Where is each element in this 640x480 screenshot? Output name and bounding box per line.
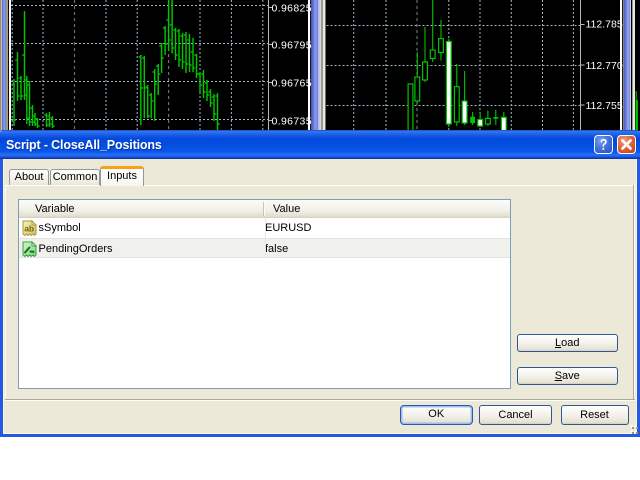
svg-text:112.785: 112.785 — [586, 18, 623, 30]
svg-text:112.755: 112.755 — [586, 100, 623, 112]
svg-text:ab: ab — [24, 224, 34, 234]
svg-text:0.96825: 0.96825 — [272, 2, 312, 14]
svg-text:112.770: 112.770 — [586, 60, 623, 72]
svg-text:0.96765: 0.96765 — [272, 77, 312, 89]
svg-text:0.96795: 0.96795 — [272, 39, 312, 51]
svg-text:0.96735: 0.96735 — [272, 115, 312, 127]
